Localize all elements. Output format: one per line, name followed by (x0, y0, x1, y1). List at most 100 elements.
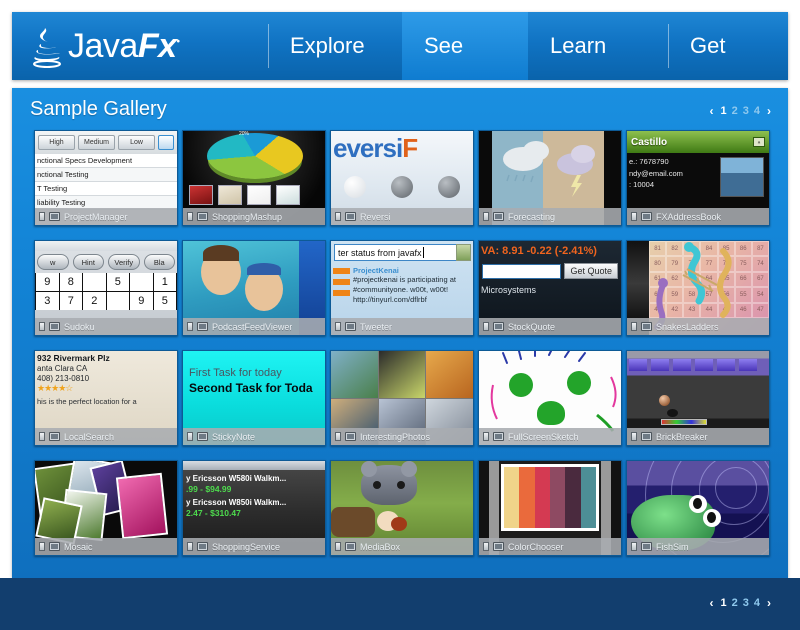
pagination-bottom: ‹ 1 2 3 4 › (707, 596, 775, 610)
nav-item-see[interactable]: See (402, 12, 528, 80)
collapse-icon: - (753, 137, 765, 147)
window-titlebar (183, 461, 325, 470)
sketch-blob (537, 401, 565, 425)
logo-trademark: • (176, 36, 181, 48)
card-title: Tweeter (360, 321, 393, 332)
card-title: FullScreenSketch (508, 431, 579, 442)
sample-card-fxaddressbook[interactable]: Castillo - e.: 7678790 ndy@email.com : 1… (626, 130, 770, 226)
monitor-icon (345, 542, 356, 551)
card-title: BrickBreaker (656, 431, 708, 442)
nav-label-learn: Learn (550, 33, 607, 58)
sample-card-interestingphotos[interactable]: InterestingPhotos (330, 350, 474, 446)
sample-card-sudoku[interactable]: w Hint Verify Bla 9 8 5 1 3 7 2 9 5 Sudo… (34, 240, 178, 336)
brick (695, 359, 713, 371)
selected-swatch (158, 135, 174, 150)
page-button-4-bottom[interactable]: 4 (753, 597, 761, 609)
contact-photo (720, 157, 764, 197)
page-button-3[interactable]: 3 (742, 105, 750, 117)
site-footer: ‹ 1 2 3 4 › (0, 578, 800, 630)
quote-controls: Get Quote (479, 257, 621, 285)
card-title: SnakesLadders (656, 321, 719, 332)
note-task-1: First Task for today (189, 367, 282, 379)
pagination-top: ‹ 1 2 3 4 › (707, 104, 775, 118)
sudoku-cell: 7 (59, 292, 82, 310)
nav-item-get[interactable]: Get (668, 12, 788, 80)
symbol-input (482, 263, 562, 279)
card-label: Mosaic (35, 538, 177, 555)
document-icon (631, 542, 637, 551)
page-button-2[interactable]: 2 (731, 105, 739, 117)
sudoku-cell: 5 (106, 273, 129, 291)
sample-card-stickynote[interactable]: First Task for today Second Task for Tod… (182, 350, 326, 446)
sudoku-grid: 9 8 5 1 3 7 2 9 5 (35, 273, 177, 310)
monitor-icon (49, 322, 60, 331)
document-icon (39, 212, 45, 221)
nav-item-learn[interactable]: Learn (528, 12, 668, 80)
fish-eye (689, 495, 707, 513)
nav-item-explore[interactable]: Explore (268, 12, 402, 80)
page-button-1[interactable]: 1 (720, 105, 728, 117)
document-icon (483, 322, 489, 331)
card-label: PodcastFeedViewer (183, 318, 325, 335)
medium-button: Medium (78, 135, 115, 150)
brick (629, 359, 647, 371)
page-button-2-bottom[interactable]: 2 (731, 597, 739, 609)
sample-card-projectmanager[interactable]: High Medium Low nctional Specs Developme… (34, 130, 178, 226)
page-button-4[interactable]: 4 (753, 105, 761, 117)
monitor-icon (49, 432, 60, 441)
bar (333, 290, 350, 296)
sample-card-mediabox[interactable]: MediaBox (330, 460, 474, 556)
photo-tile (115, 472, 169, 540)
sample-card-fullscreensketch[interactable]: FullScreenSketch (478, 350, 622, 446)
bar (333, 279, 350, 285)
prev-page-button[interactable]: ‹ (707, 104, 717, 118)
sample-card-forecasting[interactable]: Forecasting (478, 130, 622, 226)
document-icon (631, 432, 637, 441)
document-icon (335, 322, 341, 331)
monitor-icon (641, 322, 652, 331)
sample-card-mosaic[interactable]: Mosaic (34, 460, 178, 556)
sudoku-cell (83, 273, 106, 291)
pie-chart (207, 133, 303, 179)
sample-card-colorchooser[interactable]: ColorChooser (478, 460, 622, 556)
sample-card-snakesladders[interactable]: 81 82 83 84 85 86 87 80 79 78 77 76 75 7… (626, 240, 770, 336)
sudoku-cell (106, 292, 129, 310)
prev-page-button-bottom[interactable]: ‹ (707, 596, 717, 610)
sudoku-cell: 5 (153, 292, 176, 310)
sample-card-shoppingmashup[interactable]: 20% ShoppingMashup (182, 130, 326, 226)
game-disc (438, 175, 461, 198)
page-button-3-bottom[interactable]: 3 (742, 597, 750, 609)
task-row: nctional Specs Development (35, 154, 177, 168)
sample-card-brickbreaker[interactable]: BrickBreaker (626, 350, 770, 446)
color-swatch (504, 467, 520, 528)
monitor-icon (345, 212, 356, 221)
sample-card-localsearch[interactable]: 932 Rivermark Plz anta Clara CA 408) 213… (34, 350, 178, 446)
sudoku-button-row: w Hint Verify Bla (35, 251, 177, 273)
card-title: StockQuote (508, 321, 556, 332)
card-label: ShoppingMashup (183, 208, 325, 225)
sample-card-shoppingservice[interactable]: y Ericsson W580i Walkm... .99 - $94.99 y… (182, 460, 326, 556)
sample-card-stockquote[interactable]: VA: 8.91 -0.22 (-2.41%) Get Quote Micros… (478, 240, 622, 336)
sample-card-tweeter[interactable]: ter status from javafx ProjectKenai #pro… (330, 240, 474, 336)
sample-card-fishsim[interactable]: FishSim (626, 460, 770, 556)
sample-card-podcastfeedviewer[interactable]: PodcastFeedViewer (182, 240, 326, 336)
card-title: InterestingPhotos (360, 431, 431, 442)
document-icon (39, 542, 45, 551)
next-page-button[interactable]: › (764, 104, 774, 118)
ball (659, 395, 670, 406)
brick (673, 359, 691, 371)
brick (717, 359, 735, 371)
task-row: nctional Testing (35, 168, 177, 182)
reversi-title-blue: eversi (333, 133, 403, 163)
sudoku-cell: 9 (36, 273, 59, 291)
sketch-blob (567, 371, 591, 395)
sample-card-reversi[interactable]: eversiF Reversi (330, 130, 474, 226)
next-page-button-bottom[interactable]: › (764, 596, 774, 610)
rat-eye (397, 481, 405, 489)
javafx-logo[interactable]: JavaFx• (12, 12, 268, 80)
cover-item (276, 185, 300, 205)
tweet-item: ProjectKenai #projectkenai is participat… (331, 264, 473, 305)
document-icon (631, 212, 637, 221)
page-button-1-bottom[interactable]: 1 (720, 597, 728, 609)
card-label: FXAddressBook (627, 208, 769, 225)
